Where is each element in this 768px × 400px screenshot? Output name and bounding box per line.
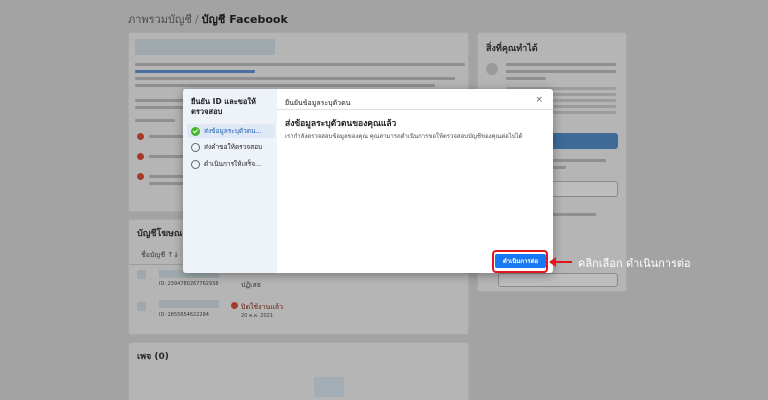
close-icon[interactable]: × <box>535 95 543 105</box>
alert-icon <box>137 133 144 140</box>
instruction-callout: คลิกเลือก ดำเนินการต่อ <box>578 257 691 270</box>
verify-id-dialog: ยืนยัน ID และขอให้ตรวจสอบ ส่งข้อมูลระบุต… <box>183 89 553 273</box>
eye-icon <box>486 63 498 75</box>
row2-date: 20 ต.ค. 2021 <box>241 313 274 319</box>
column-header-account[interactable]: ชื่อบัญชี ↑↓ <box>141 250 179 261</box>
dialog-title: ส่งข้อมูลระบุตัวตนของคุณแล้ว <box>285 119 397 129</box>
row1-status: ปฏิเสธ <box>241 281 262 289</box>
alert-icon <box>137 153 144 160</box>
pages-card: เพจ (0) <box>128 342 469 400</box>
step-request-review[interactable]: ส่งคำขอให้ตรวจสอบ <box>187 140 275 154</box>
row1-account-id: ID: 2394780267762938 <box>159 281 219 287</box>
radio-circle-icon <box>191 159 200 169</box>
continue-button-highlight <box>492 250 548 273</box>
ad-accounts-title: บัญชีโฆษณา <box>137 229 188 239</box>
breadcrumb: ภาพรวมบัญชี / บัญชี Facebook <box>128 10 288 28</box>
steps-sidebar: ยืนยัน ID และขอให้ตรวจสอบ ส่งข้อมูลระบุต… <box>183 89 277 273</box>
account-icon <box>137 270 146 279</box>
page-title: บัญชี Facebook <box>201 13 288 26</box>
tertiary-button[interactable] <box>498 273 618 287</box>
step-submit-id[interactable]: ส่งข้อมูลระบุตัวตน... <box>187 124 275 138</box>
illustration-placeholder <box>314 377 344 397</box>
actions-panel-title: สิ่งที่คุณทำได้ <box>486 44 538 54</box>
step-complete[interactable]: ดำเนินการให้เสร็จ... <box>187 157 275 171</box>
row2-account-id: ID: 2855654622284 <box>159 312 209 318</box>
breadcrumb-separator: / <box>194 13 199 26</box>
dialog-body-text: เรากำลังตรวจสอบข้อมูลของคุณ คุณสามารถดำเ… <box>285 133 523 140</box>
steps-sidebar-title: ยืนยัน ID และขอให้ตรวจสอบ <box>191 97 256 116</box>
header-divider <box>277 109 553 110</box>
dialog-content: ยืนยันข้อมูลระบุตัวตน × ส่งข้อมูลระบุตัว… <box>277 89 553 273</box>
account-name-placeholder <box>135 39 275 55</box>
account-icon <box>137 302 146 311</box>
breadcrumb-root[interactable]: ภาพรวมบัญชี <box>128 13 192 26</box>
pages-title: เพจ (0) <box>137 352 169 362</box>
dialog-header: ยืนยันข้อมูลระบุตัวตน <box>285 99 351 107</box>
step-label: ดำเนินการให้เสร็จ... <box>204 160 262 168</box>
radio-circle-icon <box>191 142 200 152</box>
step-label: ส่งคำขอให้ตรวจสอบ <box>204 143 263 151</box>
callout-arrow-icon <box>549 257 556 267</box>
disabled-icon <box>231 302 238 309</box>
alert-icon <box>137 173 144 180</box>
step-label: ส่งข้อมูลระบุตัวตน... <box>204 127 262 135</box>
check-icon <box>191 126 200 136</box>
account-name-placeholder <box>159 300 219 308</box>
